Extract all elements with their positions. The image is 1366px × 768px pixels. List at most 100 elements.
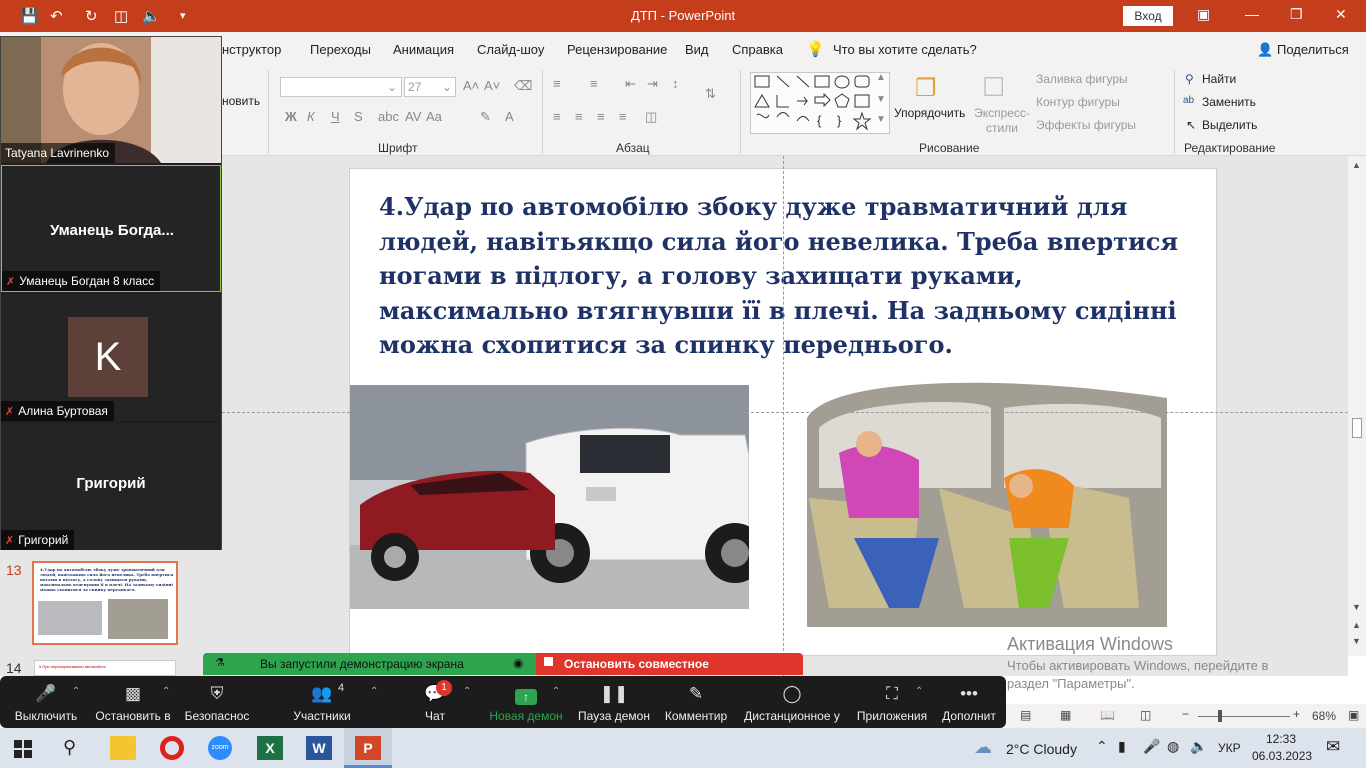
zoom-app-icon[interactable]: zoom: [208, 736, 232, 760]
mute-button[interactable]: 🎤 Выключить: [6, 676, 86, 728]
bullets-icon[interactable]: ≡: [553, 76, 561, 91]
zoom-in-icon[interactable]: +: [1293, 707, 1300, 721]
find-button[interactable]: Найти: [1202, 72, 1236, 86]
fit-slide-icon[interactable]: ▣: [1348, 708, 1359, 722]
numbering-icon[interactable]: ≡: [590, 76, 598, 91]
excel-icon[interactable]: X: [257, 736, 283, 760]
shape-outline-button[interactable]: Контур фигуры: [1036, 95, 1120, 109]
apps-button[interactable]: ⛶ Приложения: [852, 676, 932, 728]
mute-options-chevron-icon[interactable]: ⌃: [72, 686, 80, 697]
gallery-down-icon[interactable]: ▼: [876, 94, 886, 105]
participant-tile[interactable]: Уманець Богда... ✗ Уманець Богдан 8 класс: [1, 165, 221, 292]
slide-body-text[interactable]: 4.Удар по автомобілю збоку дуже травмати…: [379, 190, 1199, 363]
quick-styles-button[interactable]: Экспресс-стили: [970, 106, 1034, 136]
file-explorer-icon[interactable]: [110, 736, 136, 760]
participants-button[interactable]: 👥 Участники: [286, 676, 358, 728]
apps-chevron-icon[interactable]: ⌃: [915, 686, 923, 697]
sign-in-button[interactable]: Вход: [1123, 6, 1173, 26]
align-left-icon[interactable]: ≡: [553, 109, 561, 124]
opera-icon[interactable]: [160, 736, 184, 760]
participant-tile[interactable]: K ✗ Алина Буртовая: [1, 294, 221, 421]
language-indicator[interactable]: УКР: [1218, 741, 1241, 755]
security-button[interactable]: ⛨ Безопаснос: [180, 676, 254, 728]
weather-text[interactable]: 2°C Cloudy: [1006, 741, 1077, 757]
tell-me-input[interactable]: Что вы хотите сделать?: [833, 42, 977, 57]
stop-share-button[interactable]: Остановить совместное использование: [536, 653, 803, 685]
shrink-font-icon[interactable]: A˅: [484, 78, 500, 93]
columns-icon[interactable]: ◫: [645, 109, 657, 125]
normal-view-icon[interactable]: ▤: [1020, 708, 1031, 722]
more-button[interactable]: ••• Дополнит: [938, 676, 1000, 728]
scroll-down-icon[interactable]: ▼: [1352, 602, 1361, 612]
align-center-icon[interactable]: ≡: [575, 109, 583, 124]
zoom-level[interactable]: 68%: [1312, 709, 1336, 723]
tab-design[interactable]: нструктор: [222, 42, 281, 57]
align-right-icon[interactable]: ≡: [597, 109, 605, 124]
new-share-button[interactable]: ↑ Новая демон: [484, 676, 568, 728]
close-icon[interactable]: ✕: [1335, 6, 1347, 23]
shape-effects-button[interactable]: Эффекты фигуры: [1036, 118, 1136, 132]
highlight-icon[interactable]: ✎: [480, 109, 491, 125]
select-button[interactable]: Выделить: [1202, 118, 1257, 132]
notifications-icon[interactable]: ✉: [1326, 737, 1340, 757]
participants-chevron-icon[interactable]: ⌃: [370, 686, 378, 697]
tab-review[interactable]: Рецензирование: [567, 42, 667, 57]
gallery-up-icon[interactable]: ▲: [876, 72, 886, 83]
crash-test-photo[interactable]: [350, 385, 749, 609]
participant-tile[interactable]: Григорий ✗ Григорий: [1, 423, 221, 550]
underline-icon[interactable]: Ч: [331, 109, 340, 124]
share-options-chevron-icon[interactable]: ⌃: [552, 686, 560, 697]
microphone-icon[interactable]: 🎤: [1143, 738, 1160, 755]
line-spacing-icon[interactable]: ↕: [672, 76, 679, 91]
stop-video-button[interactable]: ▩ Остановить в: [92, 676, 174, 728]
italic-icon[interactable]: К: [307, 109, 315, 124]
tab-view[interactable]: Вид: [685, 42, 709, 57]
redo-icon[interactable]: ↻: [85, 7, 98, 25]
remote-control-button[interactable]: ◯ Дистанционное у: [740, 676, 844, 728]
tab-animations[interactable]: Анимация: [393, 42, 454, 57]
powerpoint-taskbar-button[interactable]: P: [344, 728, 392, 768]
gallery-more-icon[interactable]: ▼: [876, 114, 886, 125]
reset-label[interactable]: новить: [222, 94, 260, 108]
slide-thumbnail[interactable]: 5.При переворачивании автомобіля: [34, 660, 176, 676]
clear-format-icon[interactable]: ⌫: [514, 78, 532, 94]
justify-icon[interactable]: ≡: [619, 109, 627, 124]
undo-icon[interactable]: ↶: [50, 7, 63, 25]
slide-sorter-icon[interactable]: ▦: [1060, 708, 1071, 722]
next-slide-icon[interactable]: ▼: [1352, 636, 1361, 646]
search-icon[interactable]: ⚲: [63, 737, 76, 758]
audio-icon[interactable]: 🔈: [142, 7, 161, 25]
zoom-out-icon[interactable]: −: [1182, 707, 1189, 721]
present-icon[interactable]: ◫: [114, 7, 128, 25]
grow-font-icon[interactable]: A˄: [463, 78, 479, 93]
tab-transitions[interactable]: Переходы: [310, 42, 371, 57]
battery-icon[interactable]: ▮: [1118, 738, 1126, 755]
scroll-thumb[interactable]: [1352, 418, 1362, 438]
tab-help[interactable]: Справка: [732, 42, 783, 57]
font-size-dropdown[interactable]: 27 ⌄: [404, 77, 456, 97]
save-icon[interactable]: 💾: [20, 7, 39, 25]
ribbon-display-icon[interactable]: ▣: [1197, 6, 1210, 23]
strikethrough-icon[interactable]: abc: [378, 109, 399, 124]
slideshow-view-icon[interactable]: ◫: [1140, 708, 1151, 722]
font-name-dropdown[interactable]: ⌄: [280, 77, 402, 97]
clock-date[interactable]: 06.03.2023: [1252, 749, 1312, 763]
quick-styles-icon[interactable]: ☐: [982, 72, 1005, 103]
tab-slideshow[interactable]: Слайд-шоу: [477, 42, 544, 57]
annotate-button[interactable]: ✎ Комментир: [660, 676, 732, 728]
show-hidden-icons-icon[interactable]: ⌃: [1096, 738, 1108, 755]
side-impact-illustration[interactable]: [799, 368, 1173, 627]
reading-view-icon[interactable]: 📖: [1100, 708, 1115, 722]
shapes-gallery[interactable]: {}: [750, 72, 890, 134]
minimize-icon[interactable]: —: [1245, 6, 1259, 22]
text-direction-icon[interactable]: ⇅: [705, 86, 716, 102]
spacing-icon[interactable]: AV: [405, 109, 421, 124]
bold-icon[interactable]: Ж: [285, 109, 297, 124]
indent-decrease-icon[interactable]: ⇤: [625, 76, 636, 92]
vertical-scrollbar[interactable]: ▲ ▼ ▲ ▼: [1348, 156, 1366, 656]
shape-fill-button[interactable]: Заливка фигуры: [1036, 72, 1128, 86]
arrange-icon[interactable]: ❐: [915, 74, 937, 103]
clock-time[interactable]: 12:33: [1266, 732, 1296, 746]
wifi-icon[interactable]: ◍: [1167, 738, 1179, 755]
pause-share-button[interactable]: ❚❚ Пауза демон: [574, 676, 654, 728]
